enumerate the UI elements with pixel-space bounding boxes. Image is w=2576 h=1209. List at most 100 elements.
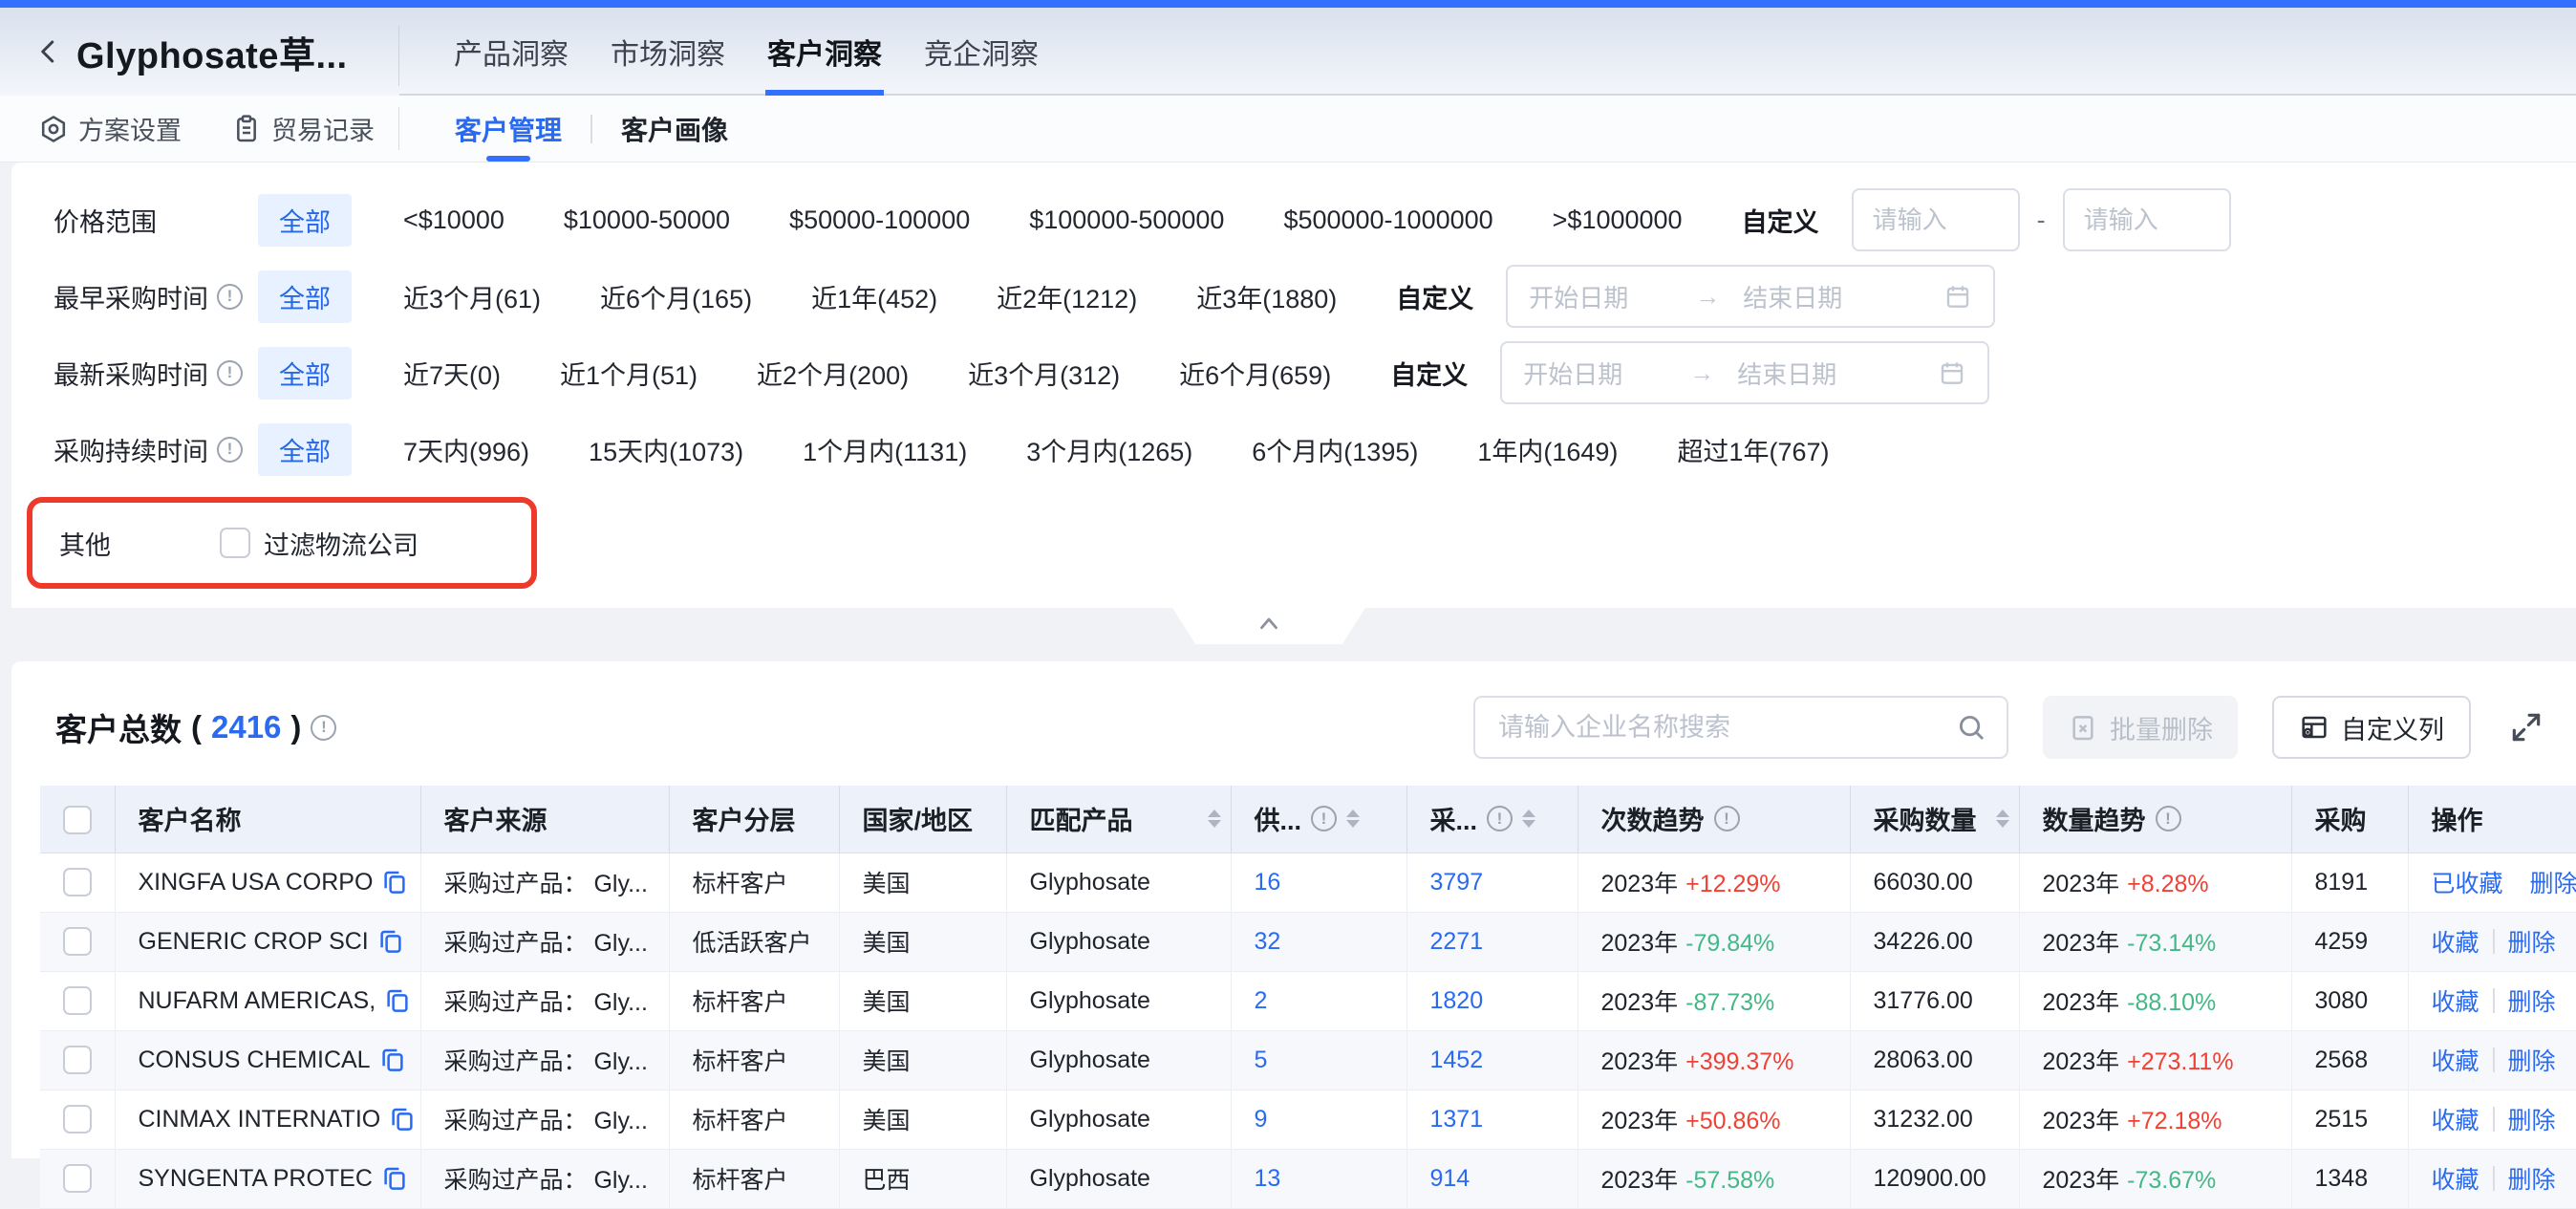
latest-date-range-picker[interactable]: 开始日期 → 结束日期 <box>1500 341 1989 404</box>
latest-option[interactable]: 近2个月(200) <box>757 355 909 392</box>
duration-option[interactable]: 7天内(996) <box>403 431 529 468</box>
duration-all-chip[interactable]: 全部 <box>258 423 352 476</box>
suppliers-count-link[interactable]: 2 <box>1255 987 1268 1014</box>
tab-competitor-insight[interactable]: 竞企洞察 <box>922 8 1041 96</box>
price-option[interactable]: >$1000000 <box>1553 205 1683 235</box>
subtab-customer-management[interactable]: 客户管理 <box>455 96 562 162</box>
price-min-input[interactable] <box>1852 188 2020 251</box>
column-header-purchase-qty: 采购数量 <box>1850 786 2019 853</box>
delete-link[interactable]: 删除 <box>2508 1161 2556 1196</box>
purchase-times-link[interactable]: 1371 <box>1430 1106 1484 1133</box>
delete-link[interactable]: 删除 <box>2508 1102 2556 1136</box>
sort-icon[interactable] <box>1208 810 1221 828</box>
tab-market-insight[interactable]: 市场洞察 <box>609 8 727 96</box>
suppliers-count-link[interactable]: 13 <box>1255 1165 1281 1192</box>
purchase-qty: 28063.00 <box>1850 1030 2019 1090</box>
earliest-option[interactable]: 近3个月(61) <box>403 278 541 315</box>
purchase-times-link[interactable]: 1820 <box>1430 987 1484 1014</box>
favorite-link[interactable]: 收藏 <box>2432 1043 2479 1077</box>
sort-icon[interactable] <box>1346 810 1360 828</box>
logistics-filter-label[interactable]: 过滤物流公司 <box>264 525 419 562</box>
latest-option[interactable]: 近1个月(51) <box>560 355 698 392</box>
earliest-option[interactable]: 近3年(1880) <box>1196 278 1337 315</box>
fullscreen-button[interactable] <box>2505 706 2547 748</box>
row-checkbox[interactable] <box>63 1164 92 1193</box>
duration-option[interactable]: 6个月内(1395) <box>1252 431 1418 468</box>
search-icon[interactable] <box>1955 711 1987 744</box>
select-all-checkbox[interactable] <box>63 806 92 834</box>
purchase-times-link[interactable]: 914 <box>1430 1165 1470 1192</box>
copy-icon[interactable] <box>388 1105 417 1133</box>
delete-link[interactable]: 删除 <box>2508 924 2556 959</box>
duration-option[interactable]: 超过1年(767) <box>1677 431 1829 468</box>
latest-all-chip[interactable]: 全部 <box>258 347 352 399</box>
favorite-link[interactable]: 收藏 <box>2432 924 2479 959</box>
purchase-times-link[interactable]: 3797 <box>1430 869 1484 896</box>
price-option[interactable]: $50000-100000 <box>789 205 970 235</box>
earliest-all-chip[interactable]: 全部 <box>258 270 352 323</box>
sort-icon[interactable] <box>1522 810 1535 828</box>
subtab-customer-profile[interactable]: 客户画像 <box>621 96 728 162</box>
row-checkbox[interactable] <box>63 986 92 1015</box>
scheme-settings-link[interactable]: 方案设置 <box>38 110 182 147</box>
collapse-filter-button[interactable] <box>1172 608 1365 644</box>
title-area: Glyphosate草... <box>0 8 399 96</box>
sort-icon[interactable] <box>1996 810 2009 828</box>
logistics-filter-checkbox[interactable] <box>220 528 250 558</box>
country: 美国 <box>839 912 1006 971</box>
copy-icon[interactable] <box>376 927 405 956</box>
purchase-times-link[interactable]: 2271 <box>1430 928 1484 955</box>
delete-link[interactable]: 删除 <box>2508 1043 2556 1077</box>
column-header-purchase-amount: 采购 <box>2291 786 2408 853</box>
tab-customer-insight[interactable]: 客户洞察 <box>765 8 884 96</box>
latest-options: 全部 近7天(0) 近1个月(51) 近2个月(200) 近3个月(312) 近… <box>258 341 1989 404</box>
duration-option[interactable]: 3个月内(1265) <box>1026 431 1192 468</box>
price-option[interactable]: $500000-1000000 <box>1283 205 1492 235</box>
copy-icon[interactable] <box>378 1046 407 1074</box>
suppliers-count-link[interactable]: 9 <box>1255 1106 1268 1133</box>
latest-option[interactable]: 近3个月(312) <box>968 355 1120 392</box>
row-checkbox[interactable] <box>63 1046 92 1074</box>
purchase-times-link[interactable]: 1452 <box>1430 1047 1484 1073</box>
delete-link[interactable]: 删除 <box>2530 865 2576 899</box>
row-checkbox[interactable] <box>63 1105 92 1133</box>
favorite-link[interactable]: 已收藏 <box>2432 865 2503 899</box>
trade-records-link[interactable]: 贸易记录 <box>231 110 375 147</box>
duration-option[interactable]: 1个月内(1131) <box>803 431 967 468</box>
earliest-date-range-picker[interactable]: 开始日期 → 结束日期 <box>1506 265 1995 328</box>
price-option[interactable]: <$10000 <box>403 205 504 235</box>
custom-columns-button[interactable]: 自定义列 <box>2272 696 2471 759</box>
row-checkbox[interactable] <box>63 868 92 896</box>
table-row: GENERIC CROP SCI 采购过产品： Gly... 低活跃客户 美国 … <box>40 912 2576 971</box>
earliest-option[interactable]: 近2年(1212) <box>997 278 1137 315</box>
duration-option[interactable]: 15天内(1073) <box>589 431 743 468</box>
customer-table: 客户名称 客户来源 客户分层 国家/地区 匹配产品 供...! 采...! 次数… <box>40 786 2576 1209</box>
back-icon[interactable] <box>34 37 63 66</box>
suppliers-count-link[interactable]: 16 <box>1255 869 1281 896</box>
price-max-input[interactable] <box>2063 188 2231 251</box>
table-header-row: 客户名称 客户来源 客户分层 国家/地区 匹配产品 供...! 采...! 次数… <box>40 786 2576 853</box>
info-icon: ! <box>217 284 243 310</box>
row-checkbox[interactable] <box>63 927 92 956</box>
favorite-link[interactable]: 收藏 <box>2432 1161 2479 1196</box>
batch-delete-button[interactable]: 批量删除 <box>2043 696 2238 759</box>
suppliers-count-link[interactable]: 5 <box>1255 1047 1268 1073</box>
latest-option[interactable]: 近6个月(659) <box>1179 355 1331 392</box>
delete-link[interactable]: 删除 <box>2508 983 2556 1018</box>
favorite-link[interactable]: 收藏 <box>2432 983 2479 1018</box>
duration-option[interactable]: 1年内(1649) <box>1477 431 1618 468</box>
earliest-option[interactable]: 近1年(452) <box>811 278 937 315</box>
price-option[interactable]: $100000-500000 <box>1029 205 1224 235</box>
price-all-chip[interactable]: 全部 <box>258 194 352 247</box>
price-option[interactable]: $10000-50000 <box>564 205 730 235</box>
tab-product-insight[interactable]: 产品洞察 <box>452 8 570 96</box>
filter-row-price: 价格范围 全部 <$10000 $10000-50000 $50000-1000… <box>54 182 2538 258</box>
suppliers-count-link[interactable]: 32 <box>1255 928 1281 955</box>
copy-icon[interactable] <box>380 868 409 896</box>
favorite-link[interactable]: 收藏 <box>2432 1102 2479 1136</box>
copy-icon[interactable] <box>380 1164 409 1193</box>
search-input[interactable] <box>1498 713 1955 743</box>
earliest-option[interactable]: 近6个月(165) <box>600 278 752 315</box>
copy-icon[interactable] <box>383 986 412 1015</box>
latest-option[interactable]: 近7天(0) <box>403 355 501 392</box>
